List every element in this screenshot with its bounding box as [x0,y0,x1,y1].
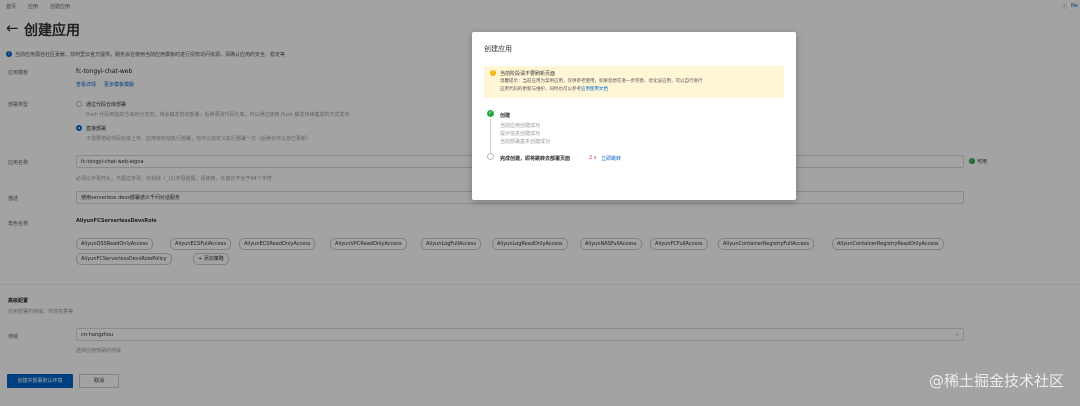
step2-title: 完成创建，即将跳转去部署页面 [500,156,571,162]
warning-box: ! 当前阶段请不要刷新页面 温馨提示：当前应用为案例应用，仅供参考使用，如果您想… [484,66,784,98]
step2-countdown: 2 s [589,155,597,161]
warning-icon: ! [490,70,496,76]
step-connector [490,119,491,153]
warning-title: 当前阶段请不要刷新页面 [500,71,556,77]
jump-now-link[interactable]: 立即跳转 [601,155,621,162]
step-success-icon: ✓ [487,110,494,117]
step-pending-icon [487,153,494,160]
step1-item: 当前部署基本创建成功 [500,139,551,145]
modal-title: 创建应用 [484,45,512,53]
app-doc-link[interactable]: 应用使用文档 [581,87,608,92]
create-app-modal: 创建应用 ! 当前阶段请不要刷新页面 温馨提示：当前应用为案例应用，仅供参考使用… [472,32,796,200]
warning-line2-text: 应用代码的更新与维护，同时也可以参考 [500,87,581,92]
warning-line2: 应用代码的更新与维护，同时也可以参考应用使用文档 [500,86,608,92]
step1-item: 当前应用创建成功 [500,123,541,129]
step1-title: 创建 [500,113,511,119]
step1-item: 提示信息创建成功 [500,131,541,137]
watermark: @稀土掘金技术社区 [928,372,1064,390]
warning-line1: 温馨提示：当前应用为案例应用，仅供参考使用，如果您想在进一步完善、优化该应用，可… [500,79,703,84]
